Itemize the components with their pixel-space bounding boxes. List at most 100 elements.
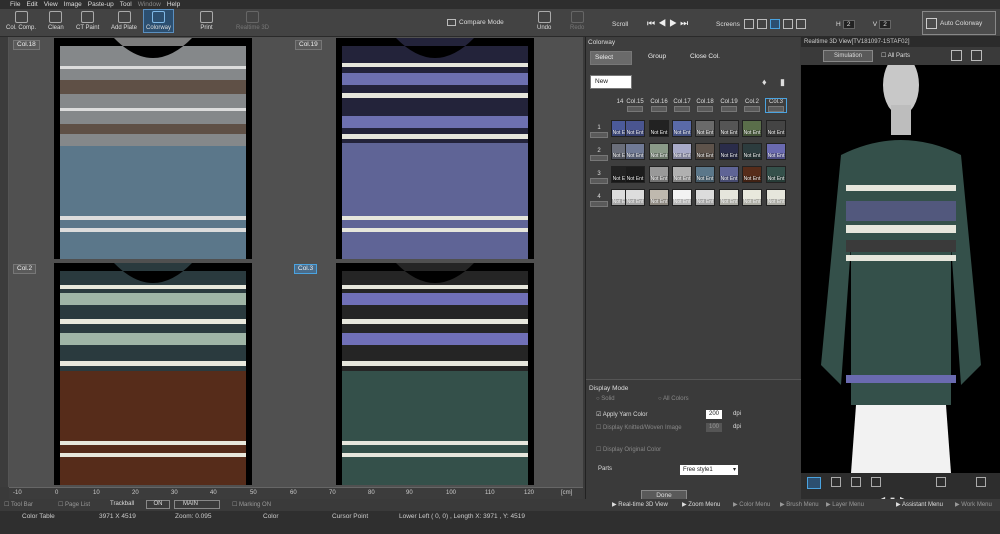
all-parts-checkbox[interactable]: ☐ All Parts [881,52,910,59]
colorway-button[interactable]: Colorway [142,9,175,33]
label-col3[interactable]: Col.3 [294,264,318,274]
label-col18[interactable]: Col.18 [13,40,40,50]
clean-button[interactable]: Clean [48,11,64,31]
swatch-cell[interactable]: Not Ent [766,166,786,183]
swatch-cell[interactable]: Not Ent [766,143,786,160]
swatch-cell[interactable]: Not Ent [625,166,645,183]
swatch-cell[interactable]: Not Ent [719,120,739,137]
col-header-col17[interactable]: Col.17 [672,99,692,112]
layout-custom-icon[interactable] [796,19,806,29]
realtime-3d-view[interactable]: Realtime 3D View[TV181097-1STAF02] Simul… [801,37,1000,511]
design-canvas[interactable]: Col.18 Col.19 Col.2 Col.3 [9,37,583,487]
col-header-col16[interactable]: Col.16 [649,99,669,112]
parts-select[interactable]: Free style1 ▾ [680,465,738,475]
layout-grid-icon[interactable] [770,19,780,29]
main-toggle[interactable]: MAIN [174,500,220,509]
swatch-cell[interactable]: Not Ent [625,120,645,137]
prev-page-icon[interactable]: ◀ [658,18,669,28]
select-button[interactable]: Select [590,51,632,65]
swatch-cell[interactable]: Not Ent [742,120,762,137]
swatch-cell[interactable]: Not Ent [766,120,786,137]
realtime3d-button[interactable]: Realtime 3D [236,11,269,31]
settings-icon[interactable] [936,477,946,487]
menu-image[interactable]: Image [64,1,82,8]
swatch-cell[interactable]: Not Ent [766,189,786,206]
col-header-col3[interactable]: Col.3 [765,98,787,113]
redo-button[interactable]: Redo [570,11,584,31]
select-tool-icon[interactable] [807,477,821,489]
col-header-col2[interactable]: Col.2 [742,99,762,112]
row-4-selector[interactable]: 4 [590,194,608,207]
simulation-button[interactable]: Simulation [823,50,873,62]
trackball-on-toggle[interactable]: ON [146,500,170,509]
next-page-icon[interactable]: ▶ [669,18,680,28]
swatch-cell[interactable]: Not Ent [649,143,669,160]
solid-radio[interactable]: ○ Solid [596,396,615,402]
sweater-panel-col19[interactable] [336,38,534,259]
knitted-dpi-input[interactable]: 100 [706,423,722,432]
move-tool-icon[interactable] [831,477,841,487]
page-list-toggle[interactable]: ☐ Page List [58,501,90,508]
color-menu[interactable]: ▶ Color Menu [733,501,770,508]
menu-paste-up[interactable]: Paste-up [88,1,114,8]
realtime-view-menu[interactable]: ▶ Real-time 3D View [612,501,668,508]
row-2-selector[interactable]: 2 [590,148,608,161]
h-value-input[interactable]: 2 [842,20,855,29]
layout-split-h-icon[interactable] [757,19,767,29]
zoom-menu[interactable]: ▶ Zoom Menu [682,501,720,508]
pin-tool-icon[interactable] [851,477,861,487]
bell-icon[interactable]: ♦ [762,77,767,87]
measure-tool-icon[interactable] [871,477,881,487]
swatch-cell[interactable]: Not Ent [695,143,715,160]
label-col19[interactable]: Col.19 [295,40,322,50]
undo-button[interactable]: Undo [537,11,551,31]
menu-view[interactable]: View [44,1,58,8]
layout-single-icon[interactable] [744,19,754,29]
col-header-col18[interactable]: Col.18 [695,99,715,112]
add-plate-button[interactable]: Add Plate [111,11,137,31]
swatch-cell[interactable]: Not Ent [719,189,739,206]
swatch-cell[interactable]: Not Ent [695,166,715,183]
snapshot-icon[interactable] [951,50,962,61]
display-knitted-checkbox[interactable]: ☐ Display Knitted/Woven Image [596,424,682,431]
menu-edit[interactable]: Edit [26,1,37,8]
marking-on-toggle[interactable]: ☐ Marking ON [232,501,271,508]
print-button[interactable]: Print [200,11,213,31]
col-header-col15[interactable]: Col.15 [625,99,645,112]
swatch-cell[interactable]: Not Ent [719,166,739,183]
first-page-icon[interactable]: ⏮ [647,18,658,28]
trash-icon[interactable]: ▮ [780,77,785,88]
swatch-cell[interactable]: Not Ent [649,166,669,183]
group-button[interactable]: Group [644,51,670,65]
yarn-dpi-input[interactable]: 200 [706,410,722,419]
swatch-cell[interactable]: Not Ent [742,189,762,206]
auto-colorway-button[interactable]: Auto Colorway [922,11,996,35]
col-comp-button[interactable]: Col. Comp. [6,11,36,31]
swatch-cell[interactable]: Not Ent [742,143,762,160]
sweater-panel-col2[interactable] [54,263,252,485]
layer-menu[interactable]: ▶ Layer Menu [826,501,864,508]
work-menu[interactable]: ▶ Work Menu [955,501,992,508]
swatch-cell[interactable]: Not Ent [719,143,739,160]
row-1-selector[interactable]: 1 [590,125,608,138]
apply-yarn-color-checkbox[interactable]: ☑ Apply Yarn Color [596,411,648,418]
layout-split-v-icon[interactable] [783,19,793,29]
swatch-cell[interactable]: Not Ent [649,189,669,206]
camera-icon[interactable] [976,477,986,487]
swatch-cell[interactable]: Not Ent [649,120,669,137]
all-colors-radio[interactable]: ○ All Colors [658,396,689,402]
brush-menu[interactable]: ▶ Brush Menu [780,501,819,508]
close-col-button[interactable]: Close Col. [686,51,724,65]
swatch-cell[interactable]: Not Ent [625,143,645,160]
delete-icon[interactable] [971,50,982,61]
new-button[interactable]: New [590,75,632,89]
menu-help[interactable]: Help [167,1,180,8]
row-3-selector[interactable]: 3 [590,171,608,184]
sweater-panel-col3[interactable] [336,263,534,485]
swatch-cell[interactable]: Not Ent [695,189,715,206]
swatch-cell[interactable]: Not Ent [625,189,645,206]
col-header-col19[interactable]: Col.19 [719,99,739,112]
swatch-cell[interactable]: Not Ent [672,143,692,160]
label-col2[interactable]: Col.2 [13,264,37,274]
assistant-menu[interactable]: ▶ Assistant Menu [896,501,943,508]
